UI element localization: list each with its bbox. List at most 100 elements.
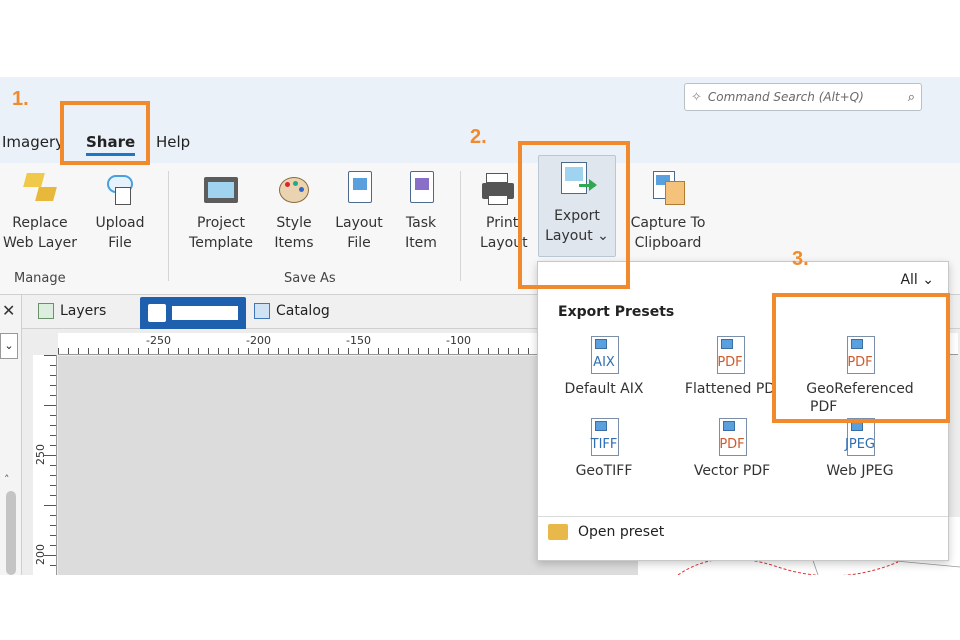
ruler-tick	[488, 348, 489, 354]
ruler-tick	[50, 515, 56, 516]
tab-imagery[interactable]: Imagery	[2, 133, 64, 151]
ruler-tick	[438, 348, 439, 354]
pdf-file-icon: PDF	[713, 336, 747, 376]
scrollbar-thumb[interactable]	[6, 491, 16, 575]
ruler-tick	[50, 525, 56, 526]
arcgis-window: ✧ Command Search (Alt+Q) ⌕ Imagery Share…	[0, 77, 960, 575]
ruler-tick	[258, 348, 259, 354]
search-icon[interactable]: ⌕	[908, 90, 915, 105]
style-items-button[interactable]: Style Items	[266, 169, 322, 253]
upload-label-1: Upload	[95, 215, 145, 231]
tab-layers[interactable]: Layers	[38, 303, 106, 319]
redacted-title	[172, 306, 238, 320]
ruler-tick	[50, 365, 56, 366]
ruler-tick	[68, 348, 69, 354]
chevron-down-icon[interactable]: ⌄	[0, 333, 18, 359]
ruler-tick	[50, 535, 56, 536]
ruler-tick	[358, 348, 359, 354]
ruler-tick	[308, 348, 309, 354]
ruler-tick	[44, 405, 56, 406]
ruler-tick	[398, 348, 399, 354]
divider	[538, 516, 948, 517]
ruler-tick	[50, 465, 56, 466]
ruler-tick	[198, 348, 199, 354]
ruler-tick	[128, 348, 129, 354]
ruler-tick	[448, 348, 449, 354]
ruler-tick	[44, 555, 56, 556]
ruler-tick	[268, 348, 269, 354]
highlight-georeferenced-pdf	[772, 293, 950, 423]
ruler-tick	[78, 348, 79, 354]
aix-file-icon: AIX	[587, 336, 621, 376]
step-3-label: 3.	[792, 248, 809, 270]
command-search-placeholder: Command Search (Alt+Q)	[707, 90, 864, 104]
ruler-tick	[50, 385, 56, 386]
layout-file-label-2: File	[347, 235, 371, 251]
capture-label-2: Clipboard	[634, 235, 702, 251]
ruler-tick	[88, 348, 89, 354]
step-2-label: 2.	[470, 126, 487, 148]
divider	[460, 171, 461, 281]
upload-file-button[interactable]: Upload File	[84, 169, 156, 253]
ruler-tick	[338, 348, 339, 354]
replace-layer-icon	[23, 169, 57, 207]
ruler-tick	[50, 425, 56, 426]
replace-web-layer-button[interactable]: Replace Web Layer	[2, 169, 78, 253]
ruler-tick	[528, 348, 529, 354]
task-item-button[interactable]: Task Item	[396, 169, 446, 253]
project-template-button[interactable]: Project Template	[186, 169, 256, 253]
command-search-input[interactable]: ✧ Command Search (Alt+Q) ⌕	[684, 83, 922, 111]
preset-web-jpeg[interactable]: JPEG Web JPEG	[800, 418, 920, 480]
palette-icon	[277, 169, 311, 207]
ruler-tick	[428, 348, 429, 354]
task-item-label-2: Item	[405, 235, 437, 251]
ruler-tick	[168, 348, 169, 354]
ruler-tick	[328, 348, 329, 354]
ruler-tick	[498, 348, 499, 354]
capture-to-clipboard-button[interactable]: Capture To Clipboard	[626, 169, 710, 253]
group-label-manage: Manage	[14, 271, 66, 286]
ruler-tick	[44, 455, 56, 456]
ruler-tick	[228, 348, 229, 354]
ruler-tick	[158, 348, 159, 354]
layout-file-label-1: Layout	[335, 215, 383, 231]
ruler-tick	[44, 505, 56, 506]
tab-catalog[interactable]: Catalog	[254, 303, 330, 319]
preset-label: Vector PDF	[693, 463, 771, 479]
open-preset-label: Open preset	[578, 524, 665, 540]
ruler-tick	[188, 348, 189, 354]
folder-icon	[548, 524, 568, 540]
ruler-tick	[348, 348, 349, 354]
ruler-tick	[248, 348, 249, 354]
ruler-tick	[58, 348, 59, 354]
tab-active-layout[interactable]	[140, 297, 246, 329]
replace-label-1: Replace	[12, 215, 68, 231]
preset-geotiff[interactable]: TIFF GeoTIFF	[544, 418, 664, 480]
ruler-tick	[468, 348, 469, 354]
scroll-up-icon[interactable]: ˄	[4, 473, 10, 486]
task-item-label-1: Task	[405, 215, 437, 231]
ruler-tick	[178, 348, 179, 354]
upload-label-2: File	[108, 235, 132, 251]
open-preset-button[interactable]: Open preset	[548, 524, 664, 540]
preset-label: Web JPEG	[826, 463, 894, 479]
style-items-label-1: Style	[276, 215, 312, 231]
preset-vector-pdf[interactable]: PDF Vector PDF	[672, 418, 792, 480]
preset-label: Default AIX	[564, 381, 644, 397]
tab-help[interactable]: Help	[156, 133, 190, 151]
preset-label: GeoTIFF	[575, 463, 633, 479]
ruler-tick	[50, 445, 56, 446]
filter-all-dropdown[interactable]: All ⌄	[900, 272, 934, 288]
clipboard-icon	[651, 169, 685, 207]
ruler-label: -250	[146, 334, 171, 347]
preset-default-aix[interactable]: AIX Default AIX	[544, 336, 664, 398]
ruler-tick	[44, 355, 56, 356]
ruler-tick	[108, 348, 109, 354]
layout-file-button[interactable]: Layout File	[330, 169, 388, 253]
left-pane: ✕ ⌄ ˄	[0, 295, 22, 575]
ruler-tick	[50, 395, 56, 396]
tiff-file-icon: TIFF	[587, 418, 621, 458]
replace-label-2: Web Layer	[2, 235, 77, 251]
ruler-label: -100	[446, 334, 471, 347]
close-icon[interactable]: ✕	[2, 301, 15, 320]
